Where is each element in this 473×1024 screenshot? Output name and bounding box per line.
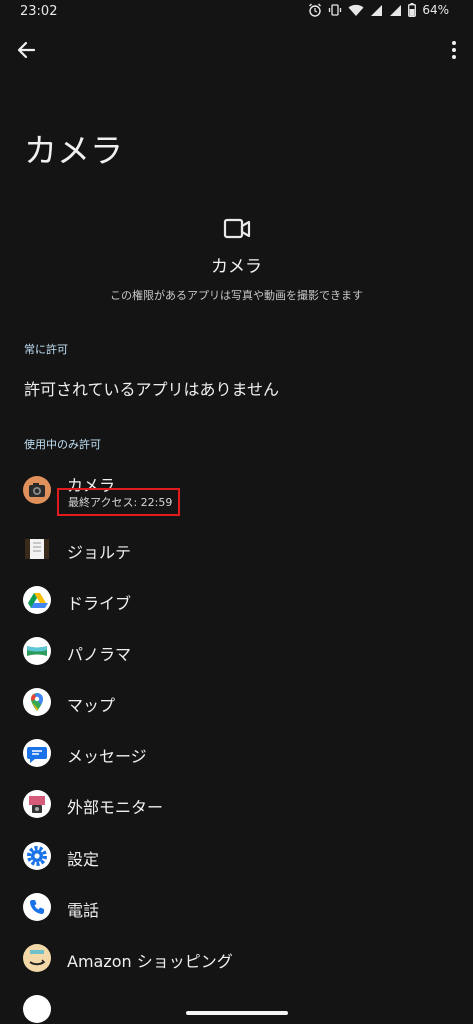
next-app-icon	[23, 995, 51, 1023]
messages-icon	[23, 739, 51, 767]
app-row-maps[interactable]: マップ	[0, 678, 473, 726]
app-row-settings[interactable]: 設定	[0, 832, 473, 880]
section-while-using: 使用中のみ許可	[24, 438, 101, 451]
status-time: 23:02	[20, 4, 58, 19]
app-row-external-monitor[interactable]: 外部モニター	[0, 780, 473, 828]
camera-app-icon	[23, 476, 51, 504]
app-name: パノラマ	[67, 645, 132, 664]
app-name: マップ	[67, 696, 116, 715]
arrow-back-icon	[17, 41, 36, 59]
signal-icon	[371, 4, 383, 16]
section-always-allowed: 常に許可	[24, 343, 68, 356]
gesture-nav-handle[interactable]	[186, 1011, 288, 1015]
permission-description: この権限があるアプリは写真や動画を撮影できます	[110, 289, 363, 302]
app-row-jorte[interactable]: ジョルテ	[0, 525, 473, 573]
battery-icon	[408, 3, 417, 17]
app-name: ジョルテ	[67, 543, 132, 562]
app-name: 設定	[67, 850, 100, 869]
jorte-icon	[23, 535, 51, 563]
app-name: Amazon ショッピング	[67, 952, 233, 971]
external-monitor-icon	[23, 790, 51, 818]
app-name: 電話	[67, 901, 100, 920]
alarm-icon	[309, 3, 322, 17]
app-name: ドライブ	[67, 594, 132, 613]
app-row-messages[interactable]: メッセージ	[0, 729, 473, 777]
app-row-drive[interactable]: ドライブ	[0, 576, 473, 624]
settings-icon	[23, 842, 51, 870]
permission-name: カメラ	[211, 257, 262, 277]
highlight-box	[57, 488, 180, 516]
app-row-panorama[interactable]: パノラマ	[0, 627, 473, 675]
phone-icon	[23, 893, 51, 921]
page-title: カメラ	[24, 131, 123, 170]
app-row-phone[interactable]: 電話	[0, 883, 473, 931]
status-bar: 23:02 64%	[0, 0, 473, 24]
back-button[interactable]	[14, 37, 40, 63]
status-icons: 64%	[308, 3, 449, 17]
drive-icon	[23, 586, 51, 614]
more-options-button[interactable]	[445, 37, 463, 63]
signal-icon	[390, 4, 402, 16]
vibrate-icon	[329, 4, 342, 16]
app-name: メッセージ	[67, 747, 147, 766]
battery-percent: 64%	[422, 3, 449, 17]
more-vert-icon	[452, 41, 456, 59]
amazon-icon	[23, 944, 51, 972]
videocam-icon	[223, 216, 251, 242]
wifi-icon	[348, 4, 364, 16]
app-row-amazon[interactable]: Amazon ショッピング	[0, 934, 473, 982]
maps-icon	[23, 688, 51, 716]
no-apps-allowed-text: 許可されているアプリはありません	[24, 380, 280, 399]
app-name: 外部モニター	[67, 798, 164, 817]
panorama-icon	[23, 637, 51, 665]
